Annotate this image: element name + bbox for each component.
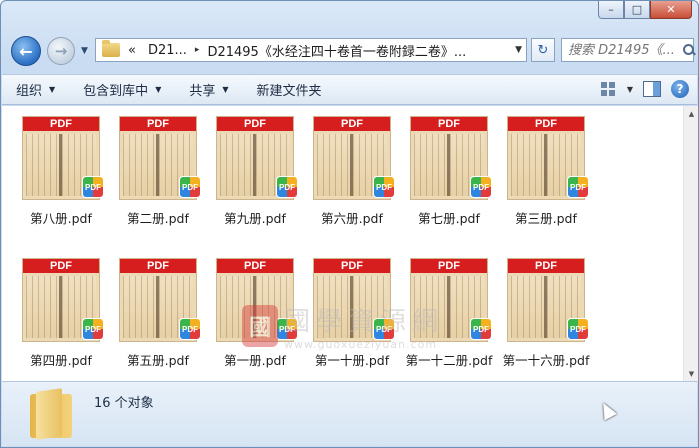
new-folder-label: 新建文件夹 <box>256 84 322 99</box>
file-item[interactable]: PDF PDF 第九册.pdf <box>198 106 298 236</box>
address-dropdown-icon[interactable]: ▼ <box>515 45 522 55</box>
search-box[interactable] <box>561 38 694 62</box>
file-name: 第一十六册.pdf <box>502 353 590 368</box>
file-item[interactable]: PDF PDF 第八册.pdf <box>4 106 104 236</box>
chevron-down-icon: ▼ <box>49 85 56 94</box>
include-in-library-menu[interactable]: 包含到库中 ▼ <box>69 80 175 99</box>
close-button[interactable]: ✕ <box>650 1 692 19</box>
command-bar: 组织 ▼ 包含到库中 ▼ 共享 ▼ 新建文件夹 ▼ ? <box>2 74 697 105</box>
details-pane: 16 个对象 <box>2 381 697 446</box>
file-item[interactable]: PDF PDF 第二册.pdf <box>101 106 201 236</box>
arrow-left-icon: ← <box>19 41 33 61</box>
share-label: 共享 <box>189 84 216 99</box>
help-icon[interactable]: ? <box>671 80 689 98</box>
view-dropdown-icon[interactable]: ▼ <box>627 85 633 94</box>
pdf-app-icon: PDF <box>567 176 589 198</box>
search-input[interactable] <box>568 42 680 58</box>
caption-buttons: – □ ✕ <box>598 1 692 19</box>
mouse-cursor-icon <box>597 399 617 421</box>
forward-button[interactable]: → <box>47 37 75 65</box>
folder-icon <box>30 388 72 440</box>
search-icon[interactable] <box>682 43 694 57</box>
organize-label: 组织 <box>16 84 43 99</box>
preview-pane-icon[interactable] <box>643 81 661 97</box>
file-item[interactable]: PDF PDF 第一十册.pdf <box>295 248 395 378</box>
new-folder-button[interactable]: 新建文件夹 <box>243 80 336 99</box>
file-item[interactable]: PDF PDF 第五册.pdf <box>101 248 201 378</box>
refresh-icon: ↻ <box>537 42 549 58</box>
change-view-icon[interactable] <box>599 80 617 98</box>
breadcrumb-overflow[interactable]: « <box>128 43 136 58</box>
arrow-right-icon: → <box>54 42 68 60</box>
maximize-button[interactable]: □ <box>624 1 650 19</box>
pdf-app-icon: PDF <box>567 318 589 340</box>
item-count: 16 个对象 <box>94 396 154 411</box>
address-bar[interactable]: « D21... ▸ D21495《水经注四十卷首一卷附録二卷》... ▼ <box>95 38 527 62</box>
folder-icon <box>102 40 120 57</box>
scroll-down-icon[interactable]: ▼ <box>684 366 699 381</box>
back-button[interactable]: ← <box>11 36 41 66</box>
file-item[interactable]: PDF PDF 第一十六册.pdf <box>489 248 589 378</box>
breadcrumb-separator-icon[interactable]: ▸ <box>195 45 200 55</box>
file-item[interactable]: PDF PDF 第三册.pdf <box>489 106 589 236</box>
organize-menu[interactable]: 组织 ▼ <box>2 80 69 99</box>
file-name: 第三册.pdf <box>515 211 577 226</box>
scroll-up-icon[interactable]: ▲ <box>684 106 699 121</box>
include-in-library-label: 包含到库中 <box>83 84 149 99</box>
file-list[interactable]: PDF PDF 第八册.pdf PDF PDF 第二册.pdf PDF PDF … <box>2 106 683 381</box>
chevron-down-icon: ▼ <box>222 85 229 94</box>
refresh-button[interactable]: ↻ <box>531 38 555 62</box>
vertical-scrollbar[interactable]: ▲ ▼ <box>683 106 698 381</box>
recent-pages-dropdown[interactable]: ▼ <box>81 46 91 56</box>
breadcrumb-item-current[interactable]: D21495《水经注四十卷首一卷附録二卷》... <box>207 41 466 60</box>
navigation-bar: ← → ▼ « D21... ▸ D21495《水经注四十卷首一卷附録二卷》..… <box>9 34 694 66</box>
file-item[interactable]: PDF PDF 第一册.pdf <box>198 248 298 378</box>
file-item[interactable]: PDF PDF 第七册.pdf <box>392 106 492 236</box>
share-menu[interactable]: 共享 ▼ <box>175 80 242 99</box>
file-item[interactable]: PDF PDF 第六册.pdf <box>295 106 395 236</box>
chevron-down-icon: ▼ <box>155 85 162 94</box>
file-item[interactable]: PDF PDF 第一十二册.pdf <box>392 248 492 378</box>
file-item[interactable]: PDF PDF 第四册.pdf <box>4 248 104 378</box>
minimize-button[interactable]: – <box>598 1 624 19</box>
breadcrumb-item-parent[interactable]: D21... <box>148 43 187 58</box>
explorer-window: – □ ✕ ← → ▼ « D21... ▸ D21495《水经注四十卷首一卷附… <box>0 0 699 448</box>
